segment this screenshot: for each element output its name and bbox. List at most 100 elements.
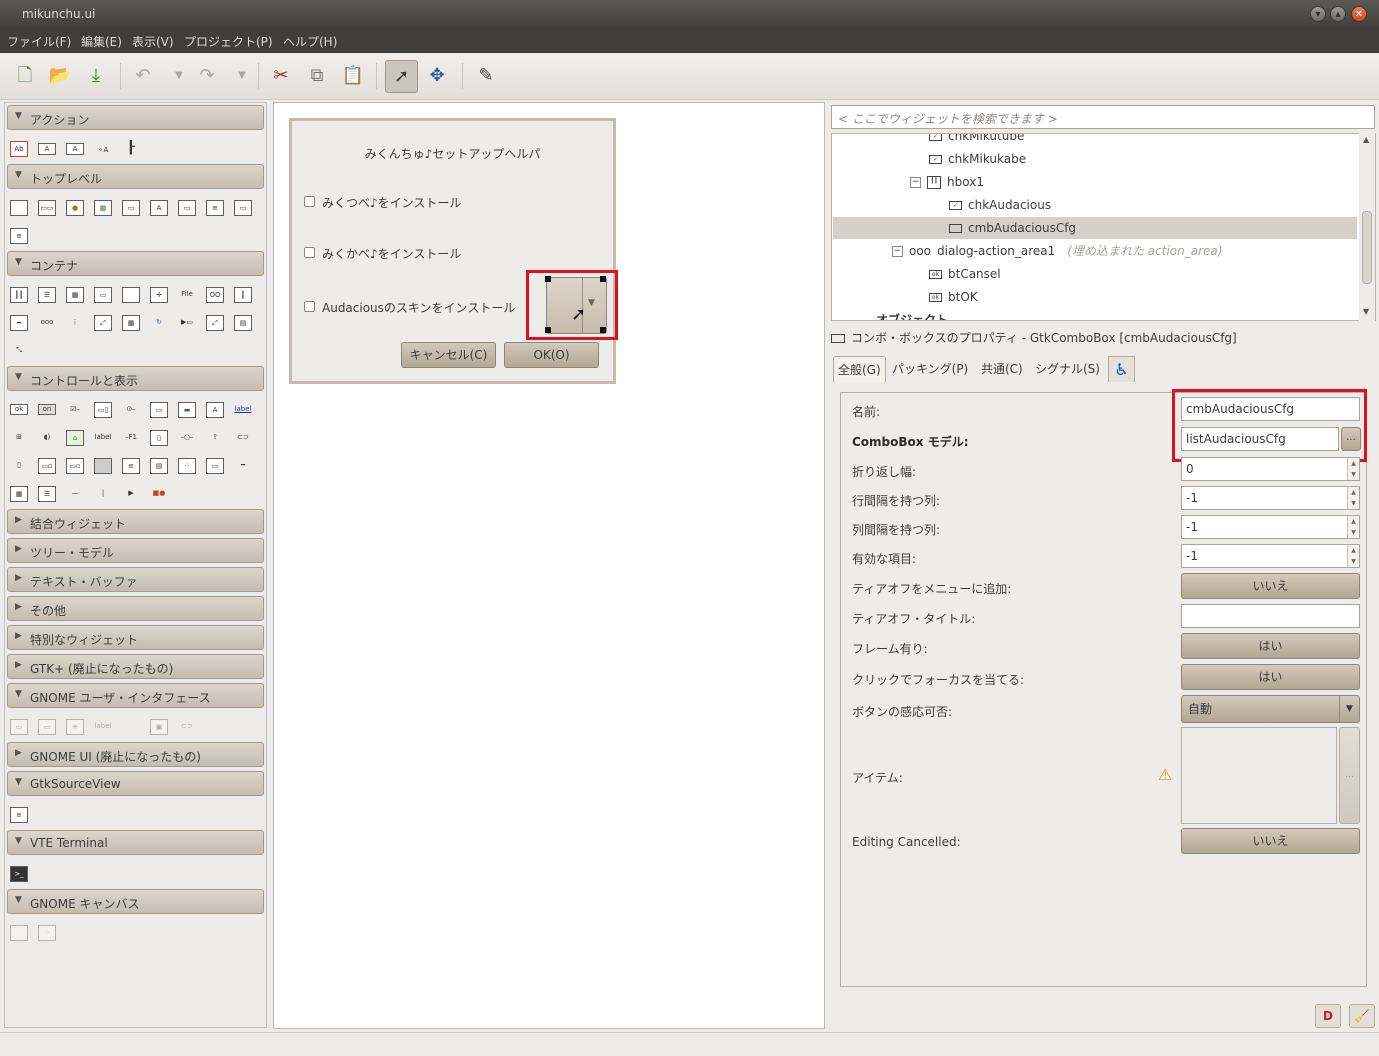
color-button-icon[interactable]: ▬ [178,402,196,418]
dialog-icon[interactable]: ▭▭ [38,200,56,216]
vbox-icon[interactable]: ☰ [38,287,56,303]
redo-icon[interactable]: ↷ [194,63,220,89]
vscale-icon[interactable]: ⫯ [206,430,224,446]
hseparator2-icon[interactable]: — [66,486,84,502]
canvas-aa-icon[interactable]: ⁘ [38,925,56,941]
palette-category-containers[interactable]: ▼ コンテナ [7,251,264,276]
gnome-entry-icon[interactable]: ⊂⊃ [178,719,196,735]
volume-button-icon[interactable]: ◖) [38,430,56,446]
gnome-href-icon[interactable]: label [94,719,112,735]
save-file-icon[interactable]: ⤓ [83,63,109,89]
menu-bar-icon[interactable]: ☰ [38,486,56,502]
palette-category-gnome-ui-deprecated[interactable]: ▶ GNOME UI (廃止になったもの) [7,742,264,767]
tree-row[interactable]: ✓ chkMikutube [929,134,1024,147]
widget-tree[interactable]: ✓ chkMikutube ✓ chkMikukabe − ┃┃ hbox1 ✓ chkA… [831,133,1376,321]
about-dialog-icon[interactable]: ● [66,200,84,216]
image-icon[interactable]: ⌂ [66,430,84,446]
collapse-icon[interactable]: − [892,246,903,257]
label-icon[interactable]: label [94,430,112,446]
cell-view-icon[interactable]: ▭ [206,458,224,474]
gnome-dialog-icon[interactable]: ▭ [38,719,56,735]
vscrollbar-icon[interactable]: ▯ [10,458,28,474]
widget-search-input[interactable]: < ここでウィジェットを検索できます > [831,105,1375,129]
palette-category-special[interactable]: ▶ 特別なウィジェット [7,625,264,650]
hpaned-icon[interactable]: ┃ [234,287,252,303]
tab-common[interactable]: 共通(C) [977,356,1027,382]
ok-button[interactable]: OK(O) [504,342,599,368]
scroll-thumb[interactable] [1362,211,1372,284]
tree-row[interactable]: ok btCansel [929,263,1001,285]
menu-file[interactable]: ファイル(F) [7,33,71,50]
editing-cancelled-toggle[interactable]: いいえ [1181,828,1360,854]
gnome-app-icon[interactable]: ▭ [10,719,28,735]
terminal-icon[interactable]: >_ [10,866,28,882]
items-edit-button[interactable]: ... [1339,727,1360,824]
column-span-spin[interactable]: -1 ▲ ▼ [1181,515,1360,539]
undo-icon[interactable]: ↶ [130,63,156,89]
frame-icon[interactable] [122,287,140,303]
text-view-icon[interactable]: ≡ [122,458,140,474]
canvas-icon[interactable] [10,925,28,941]
paste-icon[interactable]: 📋 [340,63,366,89]
viewport-icon[interactable]: ⤢ [94,315,112,331]
source-view-icon[interactable]: ≡ [10,807,28,823]
debug-icon[interactable]: D [1315,1004,1341,1028]
palette-category-gtksourceview[interactable]: ▼ GtkSourceView [7,771,264,796]
radio-button-icon[interactable]: ⊙– [122,402,140,418]
combo-box-icon[interactable]: ▭▫ [38,458,56,474]
file-chooser-icon[interactable]: ▭ [122,200,140,216]
tree-row[interactable]: オブジェクト [876,309,948,320]
file-chooser-button-icon[interactable]: ▭ [150,402,168,418]
drawing-area-icon[interactable]: ■● [150,486,168,502]
radio-action-icon[interactable]: A [66,143,84,155]
new-file-icon[interactable]: 🗋 [12,63,38,89]
checkbox-mikukabe[interactable] [304,247,315,258]
has-frame-toggle[interactable]: はい [1181,633,1360,659]
vseparator-icon[interactable]: | [94,486,112,502]
color-selection-icon[interactable]: ▦ [94,200,112,216]
undo-dropdown-icon[interactable]: ▼ [166,63,192,89]
accel-label-icon[interactable]: –F1 [122,430,140,446]
cut-icon[interactable]: ✂ [268,63,294,89]
close-icon[interactable]: ✕ [1351,6,1367,22]
vpaned-icon[interactable]: ━ [10,315,28,331]
accessibility-icon[interactable]: ♿ [1108,356,1135,382]
scrolled-window-icon[interactable]: ▤ [234,315,252,331]
progress-bar-icon[interactable] [94,458,112,474]
toggle-action-icon[interactable]: A [38,143,56,155]
entry-icon[interactable]: ▯ [150,430,168,446]
tree-row[interactable]: − ooo dialog-action_area1 (埋め込まれた action_ar… [892,240,1222,262]
spin-arrows-icon[interactable]: ▲ ▼ [1347,458,1359,480]
table-icon[interactable]: ▦ [66,287,84,303]
redo-dropdown-icon[interactable]: ▼ [229,63,255,89]
spin-arrows-icon[interactable]: ▲ ▼ [1347,545,1359,567]
checkbox-mikutube[interactable] [304,196,315,207]
minimize-icon[interactable]: ▾ [1310,6,1326,22]
menu-project[interactable]: プロジェクト(P) [184,33,273,50]
notebook-icon[interactable]: ▭ [94,287,112,303]
palette-category-misc[interactable]: ▶ その他 [7,596,264,621]
tree-row[interactable]: ✓ chkAudacious [949,194,1051,216]
scale-button-icon[interactable]: ⊞ [10,430,28,446]
palette-category-actions[interactable]: ▼ アクション [7,105,264,130]
tree-row[interactable]: ✓ chkMikukabe [929,148,1026,170]
tree-row[interactable]: − ┃┃ hbox1 [910,171,984,193]
copy-icon[interactable]: ⧉ [304,63,330,89]
fixed-icon[interactable]: ↻ [150,315,168,331]
calendar-icon[interactable]: ▦ [10,486,28,502]
spin-button-icon[interactable]: ▭▯ [94,402,112,418]
palette-category-composite[interactable]: ▶ 結合ウィジェット [7,509,264,534]
palette-category-gtk-deprecated[interactable]: ▶ GTK+ (廃止になったもの) [7,654,264,679]
drag-resize-icon[interactable]: ✥ [424,63,450,89]
tab-signals[interactable]: シグナル(S) [1031,356,1104,382]
select-pointer-icon[interactable]: ➚ [385,60,418,93]
tree-row[interactable]: ok btOK [929,286,978,308]
spin-arrows-icon[interactable]: ▲ ▼ [1347,516,1359,538]
edit-pencil-icon[interactable]: ✎ [473,63,499,89]
palette-category-gnome-ui[interactable]: ▼ GNOME ユーザ・インタフェース [7,683,264,708]
combo-box-entry-icon[interactable]: ▭▫ [66,458,84,474]
collapse-icon[interactable]: − [910,177,921,188]
active-item-spin[interactable]: -1 ▲ ▼ [1181,544,1360,568]
icon-view-icon[interactable]: ⁘ [178,458,196,474]
gnome-druid-icon[interactable]: ✳ [66,719,84,735]
